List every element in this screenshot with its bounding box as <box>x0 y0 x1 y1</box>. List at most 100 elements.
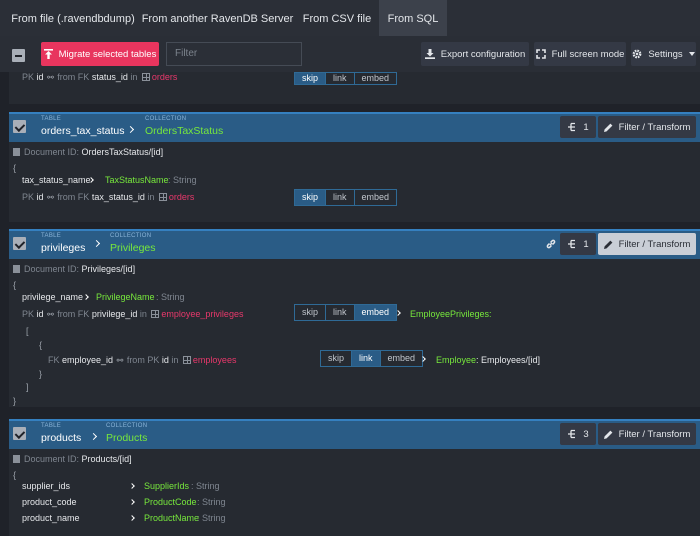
skip-option[interactable]: skip <box>295 305 327 320</box>
expand-icon <box>535 49 546 59</box>
skip-option[interactable]: skip <box>295 73 327 84</box>
file-icon <box>13 455 20 463</box>
partial-table-body: PK id ⚯ from FK status_id in orders skip… <box>9 72 700 104</box>
export-configuration-button[interactable]: Export configuration <box>421 42 529 66</box>
filter-input[interactable]: Filter <box>166 42 302 66</box>
select-all-checkbox[interactable] <box>12 49 25 62</box>
collection-name: Products <box>106 432 148 444</box>
fk-row: PK id ⚯ from FK privilege_id in employee… <box>22 309 244 319</box>
arrow-right-icon <box>89 432 98 441</box>
relation-mode[interactable]: skip link embed <box>294 189 398 206</box>
table-header-products: TABLE products COLLECTION Products 3 Fil… <box>9 419 700 449</box>
relation-icon: ⚯ <box>47 193 54 202</box>
embed-property-name: EmployeePrivileges: <box>410 309 492 319</box>
embed-option[interactable]: embed <box>354 73 397 84</box>
sitemap-icon <box>568 429 576 439</box>
skip-option[interactable]: skip <box>321 351 353 366</box>
nested-property: Employee: Employees/[id] <box>436 355 541 365</box>
table-name: products <box>41 432 82 444</box>
property-name: PrivilegeName <box>96 292 155 302</box>
pencil-icon <box>603 123 612 132</box>
file-icon <box>13 148 20 156</box>
arrow-right-icon <box>83 294 89 300</box>
skip-option[interactable]: skip <box>295 190 327 205</box>
tab-from-file[interactable]: From file (.ravendbdump) <box>8 0 138 36</box>
column-name: product_name <box>22 513 80 523</box>
property-name: TaxStatusName <box>105 175 169 185</box>
table-icon <box>182 356 191 364</box>
property-name: ProductName <box>144 513 200 523</box>
table-select-checkbox[interactable] <box>13 237 26 250</box>
tab-from-sql[interactable]: From SQL <box>379 0 447 36</box>
fk-row: PK id ⚯ from FK tax_status_id in orders <box>22 192 195 202</box>
table-icon <box>158 193 167 201</box>
table-select-checkbox[interactable] <box>13 427 26 440</box>
caret-down-icon <box>688 52 695 56</box>
link-option[interactable]: link <box>326 190 355 205</box>
column-name: supplier_ids <box>22 481 71 491</box>
filter-transform-button[interactable]: Filter / Transform <box>598 116 696 138</box>
upload-icon <box>43 49 53 59</box>
migrate-label: Migrate selected tables <box>58 48 157 60</box>
relation-mode[interactable]: skip link embed <box>294 304 398 321</box>
property-name: SupplierIds <box>144 481 190 491</box>
references-button[interactable]: 1 <box>560 233 596 255</box>
column-name: tax_status_name <box>22 175 91 185</box>
tab-from-ravendb-server[interactable]: From another RavenDB Server <box>140 0 295 36</box>
partial-relation-mode[interactable]: skip link embed <box>294 72 398 85</box>
table-name: orders_tax_status <box>41 125 125 137</box>
filter-transform-button[interactable]: Filter / Transform <box>598 423 696 445</box>
references-button[interactable]: 1 <box>560 116 596 138</box>
arrow-right-icon <box>129 499 135 505</box>
link-icon <box>546 239 556 249</box>
sitemap-icon <box>568 122 576 132</box>
table-body-privileges: Document ID: Privileges/[id] { privilege… <box>9 259 700 407</box>
partial-fk-row: PK id ⚯ from FK status_id in orders <box>22 72 178 82</box>
full-screen-button[interactable]: Full screen mode <box>534 42 626 66</box>
table-header-orders-tax-status: TABLE orders_tax_status COLLECTION Order… <box>9 112 700 142</box>
embed-option[interactable]: embed <box>354 305 397 320</box>
document-id-row: Document ID: Products/[id] <box>13 454 132 464</box>
sitemap-icon <box>568 239 576 249</box>
file-icon <box>13 265 20 273</box>
link-option[interactable]: link <box>326 73 355 84</box>
migrate-selected-button[interactable]: Migrate selected tables <box>41 42 159 66</box>
pencil-icon <box>603 240 612 249</box>
arrow-right-icon <box>129 515 135 521</box>
column-name: product_code <box>22 497 77 507</box>
link-option[interactable]: link <box>326 305 355 320</box>
nested-relation-mode[interactable]: skip link embed <box>320 350 424 367</box>
export-label: Export configuration <box>440 48 526 60</box>
arrow-right-icon <box>92 239 101 248</box>
settings-label: Settings <box>648 48 683 60</box>
pencil-icon <box>603 430 612 439</box>
embed-option[interactable]: embed <box>354 190 397 205</box>
table-name: privileges <box>41 242 86 254</box>
document-id-row: Document ID: Privileges/[id] <box>13 264 135 274</box>
column-name: privilege_name <box>22 292 84 302</box>
embed-option[interactable]: embed <box>380 351 423 366</box>
source-tabs: From file (.ravendbdump) From another Ra… <box>0 0 700 36</box>
relation-icon: ⚯ <box>47 310 54 319</box>
filter-transform-button[interactable]: Filter / Transform <box>598 233 696 255</box>
download-icon <box>424 49 435 59</box>
link-option[interactable]: link <box>352 351 381 366</box>
fullscreen-label: Full screen mode <box>551 48 625 60</box>
table-body-orders-tax-status: Document ID: OrdersTaxStatus/[id] { tax_… <box>9 142 700 222</box>
gear-icon <box>632 49 642 59</box>
property-name: ProductCode <box>144 497 197 507</box>
table-select-checkbox[interactable] <box>13 120 26 133</box>
toolbar: Migrate selected tables Filter Export co… <box>0 36 700 72</box>
collection-name: OrdersTaxStatus <box>145 125 224 137</box>
settings-button[interactable]: Settings <box>631 42 696 66</box>
relation-icon: ⚯ <box>116 356 124 365</box>
document-id-row: Document ID: OrdersTaxStatus/[id] <box>13 147 163 157</box>
arrow-right-icon <box>129 483 135 489</box>
table-icon <box>151 310 160 318</box>
tab-from-csv[interactable]: From CSV file <box>297 0 377 36</box>
nested-fk-row: FK employee_id ⚯ from PK id in employees <box>48 355 237 365</box>
table-header-privileges: TABLE privileges COLLECTION Privileges 1… <box>9 229 700 259</box>
references-button[interactable]: 3 <box>560 423 596 445</box>
arrow-right-icon <box>126 125 135 134</box>
relation-icon: ⚯ <box>47 73 54 82</box>
